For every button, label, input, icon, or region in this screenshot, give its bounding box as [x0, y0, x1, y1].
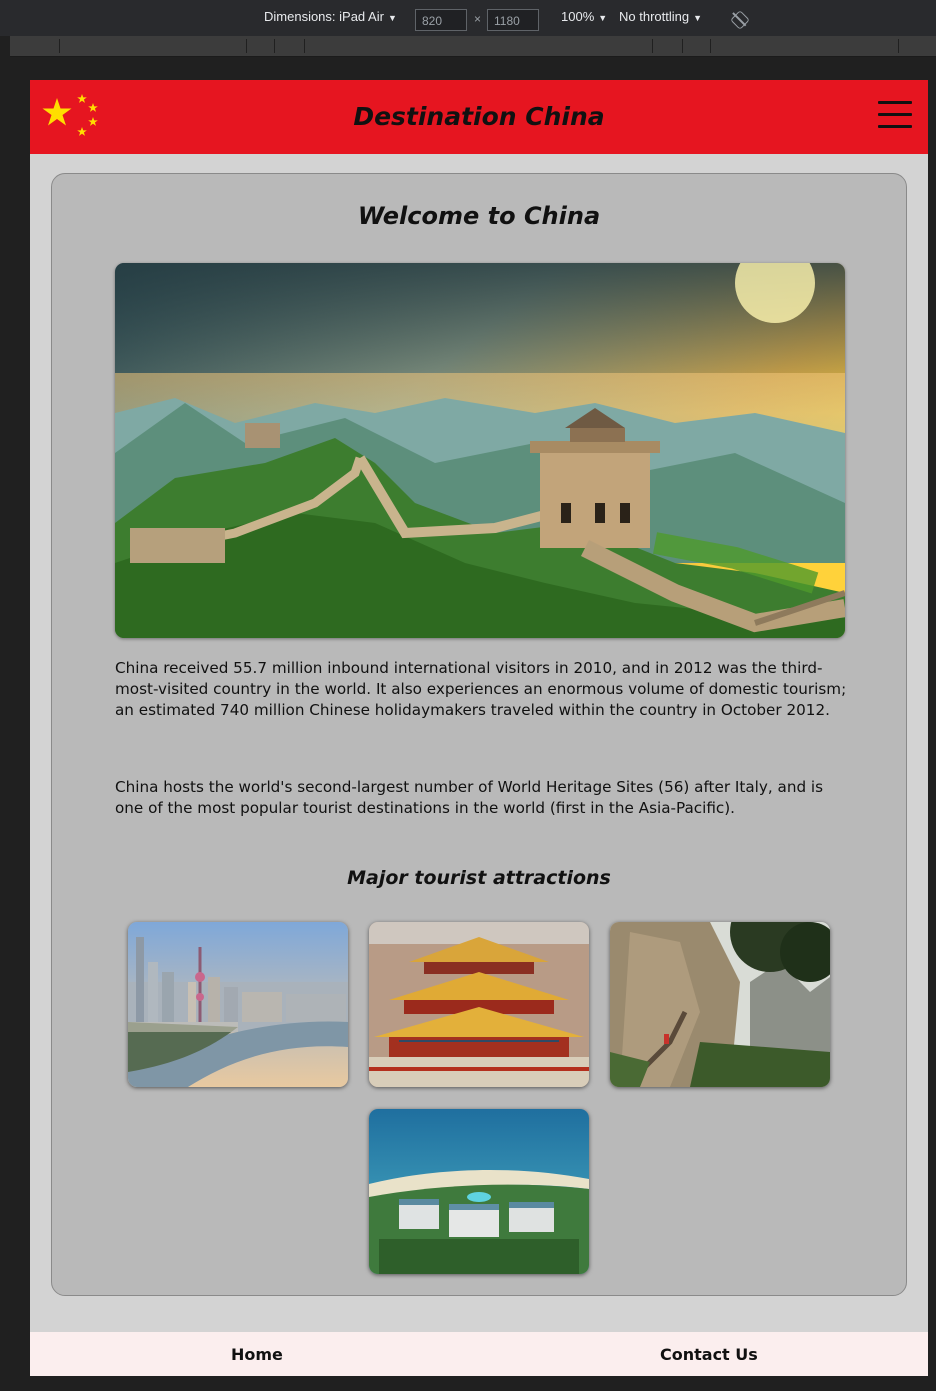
ruler-tick[interactable] [59, 39, 60, 53]
throttling-label: No throttling [619, 9, 690, 24]
great-wall-hero-image [115, 263, 845, 638]
zoom-label: 100% [561, 9, 595, 24]
ruler-tick[interactable] [898, 39, 899, 53]
media-query-ruler [10, 36, 936, 57]
width-input[interactable]: 820 [415, 9, 467, 31]
ruler-tick[interactable] [274, 39, 275, 53]
chevron-down-icon: ▼ [693, 13, 703, 23]
page-viewport: Destination China Welcome to China China… [30, 80, 928, 1376]
nav-contact-link[interactable]: Contact Us [660, 1345, 758, 1364]
content-card: Welcome to China China received 55.7 mil… [51, 173, 907, 1296]
device-selector[interactable]: Dimensions: iPad Air ▼ [264, 9, 397, 24]
attraction-thumbnail-coastal-resort[interactable] [369, 1109, 589, 1274]
attraction-thumbnail-mountain[interactable] [610, 922, 830, 1087]
chevron-down-icon: ▼ [387, 13, 397, 23]
site-title: Destination China [353, 102, 605, 131]
attractions-heading: Major tourist attractions [347, 867, 611, 889]
devtools-device-toolbar: Dimensions: iPad Air ▼ 820 × 1180 100% ▼ N… [0, 0, 936, 36]
chevron-down-icon: ▼ [598, 13, 608, 23]
hamburger-menu-icon[interactable] [878, 101, 912, 129]
nav-home-link[interactable]: Home [231, 1345, 283, 1364]
ruler-tick[interactable] [304, 39, 305, 53]
attraction-thumbnail-forbidden-city[interactable] [369, 922, 589, 1087]
site-footer-nav: Home Contact Us [30, 1332, 928, 1376]
zoom-selector[interactable]: 100% ▼ [561, 9, 607, 24]
site-header: Destination China [30, 80, 928, 154]
frame-border [0, 36, 10, 1391]
heritage-paragraph: China hosts the world's second-largest n… [115, 778, 824, 817]
ruler-tick[interactable] [710, 39, 711, 53]
ruler-tick[interactable] [246, 39, 247, 53]
intro-paragraph: China received 55.7 million inbound inte… [115, 659, 847, 719]
times-icon: × [474, 12, 482, 26]
rotate-icon[interactable] [730, 10, 750, 30]
ruler-tick[interactable] [682, 39, 683, 53]
attraction-thumbnail-shanghai[interactable] [128, 922, 348, 1087]
height-input[interactable]: 1180 [487, 9, 539, 31]
ruler-tick[interactable] [652, 39, 653, 53]
device-selector-label: Dimensions: iPad Air [264, 9, 384, 24]
throttling-selector[interactable]: No throttling ▼ [619, 9, 702, 24]
page-title: Welcome to China [357, 202, 601, 230]
